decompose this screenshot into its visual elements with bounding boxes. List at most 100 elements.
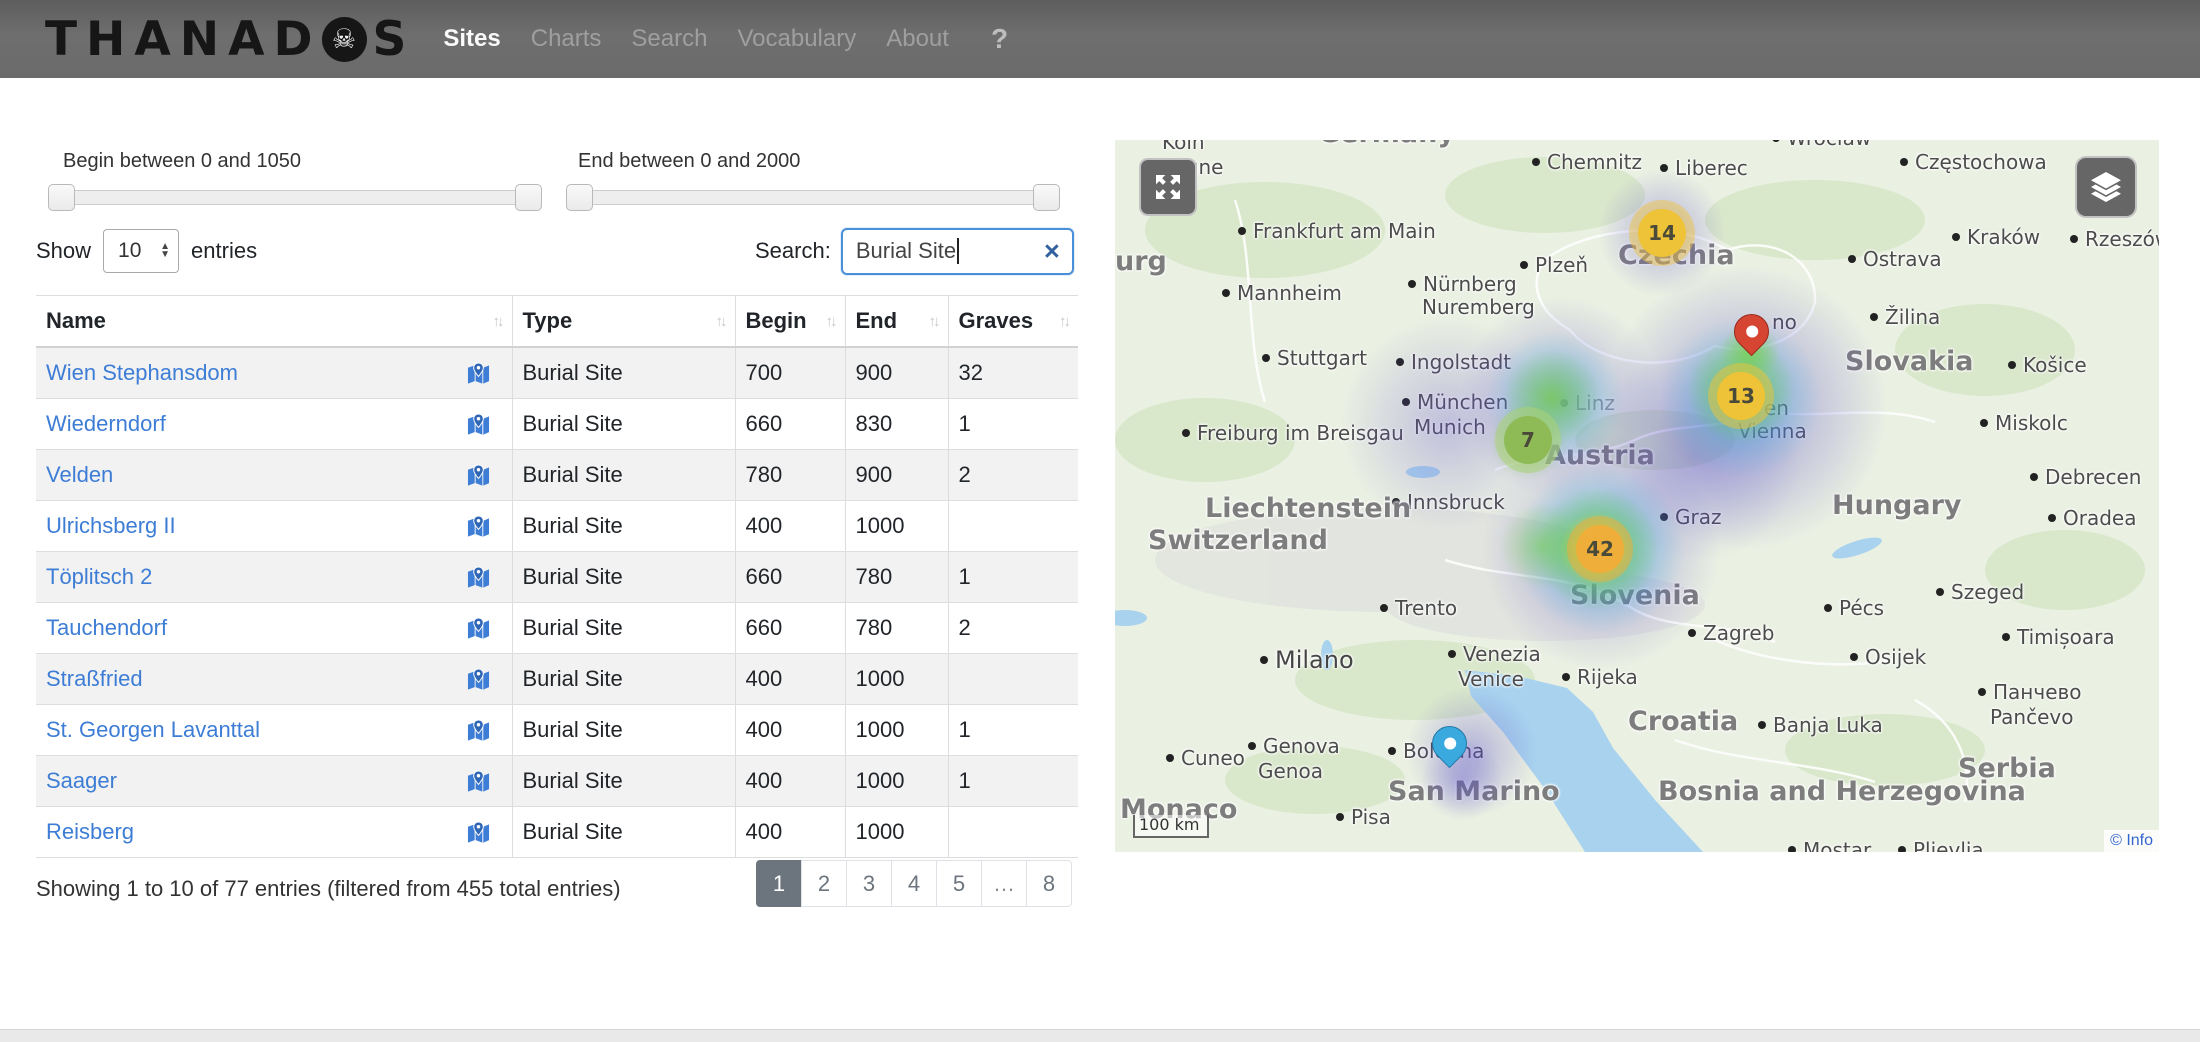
page: THANAD☠S Sites Charts Search Vocabulary Abou…	[0, 0, 2200, 1042]
page-button-2[interactable]: 2	[801, 860, 847, 907]
site-link[interactable]: Straßfried	[46, 666, 143, 692]
site-link[interactable]: Tauchendorf	[46, 615, 167, 641]
table-row: VeldenBurial Site7809002	[36, 450, 1078, 501]
table-body: Wien StephansdomBurial Site70090032 Wiede…	[36, 347, 1078, 858]
site-link[interactable]: Ulrichsberg II	[46, 513, 176, 539]
topbar: THANAD☠S Sites Charts Search Vocabulary Abou…	[0, 0, 2200, 78]
graves-cell	[948, 807, 1078, 858]
site-link[interactable]: Velden	[46, 462, 113, 488]
clear-search-icon[interactable]: ×	[1044, 241, 1060, 261]
column-label: Graves	[959, 308, 1034, 334]
end-slider-handle-min[interactable]	[566, 184, 593, 211]
page-button-5[interactable]: 5	[936, 860, 982, 907]
page-button-3[interactable]: 3	[846, 860, 892, 907]
page-ellipsis: …	[981, 860, 1027, 907]
nav-item-search[interactable]: Search	[631, 25, 707, 53]
sort-icon[interactable]: ↑↓	[921, 313, 938, 330]
column-header-type[interactable]: Type ↑↓	[512, 296, 735, 348]
column-label: Type	[523, 308, 573, 334]
map-marker-icon[interactable]	[467, 668, 502, 691]
table-row: SaagerBurial Site40010001	[36, 756, 1078, 807]
table-header-row: Name↑↓Type↑↓Begin↑↓End↑↓Graves↑↓	[36, 296, 1078, 348]
begin-cell: 400	[735, 807, 845, 858]
map-marker-icon[interactable]	[467, 719, 502, 742]
cluster-marker-42[interactable]: 42	[1576, 525, 1624, 573]
entries-label: entries	[191, 238, 257, 264]
column-header-end[interactable]: End↑↓	[845, 296, 948, 348]
begin-slider-handle-max[interactable]	[515, 184, 542, 211]
page-button-8[interactable]: 8	[1026, 860, 1072, 907]
expand-icon	[1152, 171, 1184, 203]
skull-icon: ☠	[322, 17, 367, 62]
show-entries-row: Show 10 ▲▼ entries	[36, 228, 257, 274]
brand-logo[interactable]: THANAD☠S	[45, 12, 415, 67]
map-marker-icon[interactable]	[467, 515, 502, 538]
column-label: Name	[46, 308, 106, 334]
nav-item-charts[interactable]: Charts	[531, 25, 602, 53]
column-header-graves[interactable]: Graves ↑↓	[948, 296, 1078, 348]
nav-item-about[interactable]: About	[886, 25, 949, 53]
table-row: St. Georgen LavanttalBurial Site40010001	[36, 705, 1078, 756]
graves-cell	[948, 501, 1078, 552]
fullscreen-control[interactable]	[1139, 158, 1197, 216]
type-cell: Burial Site	[512, 603, 735, 654]
sort-icon[interactable]: ↑↓	[485, 313, 502, 330]
search-label: Search:	[755, 238, 831, 264]
type-cell: Burial Site	[512, 399, 735, 450]
table-row: ReisbergBurial Site4001000	[36, 807, 1078, 858]
map-marker-icon[interactable]	[467, 821, 502, 844]
site-link[interactable]: Töplitsch 2	[46, 564, 152, 590]
text-caret	[957, 238, 959, 264]
nav-item-vocabulary[interactable]: Vocabulary	[737, 25, 856, 53]
cluster-marker-13[interactable]: 13	[1717, 372, 1765, 420]
help-icon[interactable]: ?	[991, 23, 1008, 55]
map-marker-icon[interactable]	[467, 566, 502, 589]
name-cell: Velden	[36, 450, 512, 501]
site-link[interactable]: Wien Stephansdom	[46, 360, 238, 386]
site-link[interactable]: Saager	[46, 768, 117, 794]
column-header-name[interactable]: Name ↑↓	[36, 296, 512, 348]
end-cell: 780	[845, 552, 948, 603]
map-marker-icon[interactable]	[467, 362, 502, 385]
map-marker-icon[interactable]	[467, 770, 502, 793]
graves-cell: 2	[948, 603, 1078, 654]
end-cell: 900	[845, 347, 948, 399]
cluster-marker-7[interactable]: 7	[1504, 416, 1552, 464]
site-link[interactable]: Wiederndorf	[46, 411, 166, 437]
site-link[interactable]: Reisberg	[46, 819, 134, 845]
page-footer-strip	[0, 1029, 2200, 1042]
sort-icon[interactable]: ↑↓	[708, 313, 725, 330]
layers-icon	[2088, 169, 2124, 205]
column-header-begin[interactable]: Begin↑↓	[735, 296, 845, 348]
begin-slider[interactable]	[49, 190, 541, 205]
cluster-marker-14[interactable]: 14	[1638, 209, 1686, 257]
search-row: Search: Burial Site ×	[755, 227, 1074, 275]
begin-cell: 400	[735, 501, 845, 552]
end-slider[interactable]	[567, 190, 1059, 205]
search-input[interactable]: Burial Site ×	[841, 228, 1074, 275]
name-cell: Wien Stephansdom	[36, 347, 512, 399]
table-row: Wien StephansdomBurial Site70090032	[36, 347, 1078, 399]
map-marker-icon[interactable]	[467, 617, 502, 640]
begin-cell: 780	[735, 450, 845, 501]
site-link[interactable]: St. Georgen Lavanttal	[46, 717, 260, 743]
map-attribution[interactable]: © Info	[2104, 830, 2159, 852]
table-row: TauchendorfBurial Site6607802	[36, 603, 1078, 654]
begin-cell: 660	[735, 552, 845, 603]
graves-cell: 32	[948, 347, 1078, 399]
red-pin-marker[interactable]	[1727, 307, 1776, 356]
end-slider-handle-max[interactable]	[1033, 184, 1060, 211]
main-nav: Sites Charts Search Vocabulary About	[443, 25, 949, 53]
page-button-4[interactable]: 4	[891, 860, 937, 907]
entries-length-select[interactable]: 10 ▲▼	[103, 229, 179, 273]
begin-slider-handle-min[interactable]	[48, 184, 75, 211]
layers-control[interactable]	[2075, 156, 2137, 218]
page-button-1[interactable]: 1	[756, 860, 802, 907]
nav-item-sites[interactable]: Sites	[443, 25, 500, 53]
map-marker-icon[interactable]	[467, 413, 502, 436]
map-marker-icon[interactable]	[467, 464, 502, 487]
map[interactable]: KölnlogneGermanyWrocławChemnitzLiberecCz…	[1115, 140, 2159, 852]
blue-pin-marker[interactable]	[1425, 719, 1474, 768]
sort-icon[interactable]: ↑↓	[818, 313, 835, 330]
sort-icon[interactable]: ↑↓	[1051, 313, 1068, 330]
